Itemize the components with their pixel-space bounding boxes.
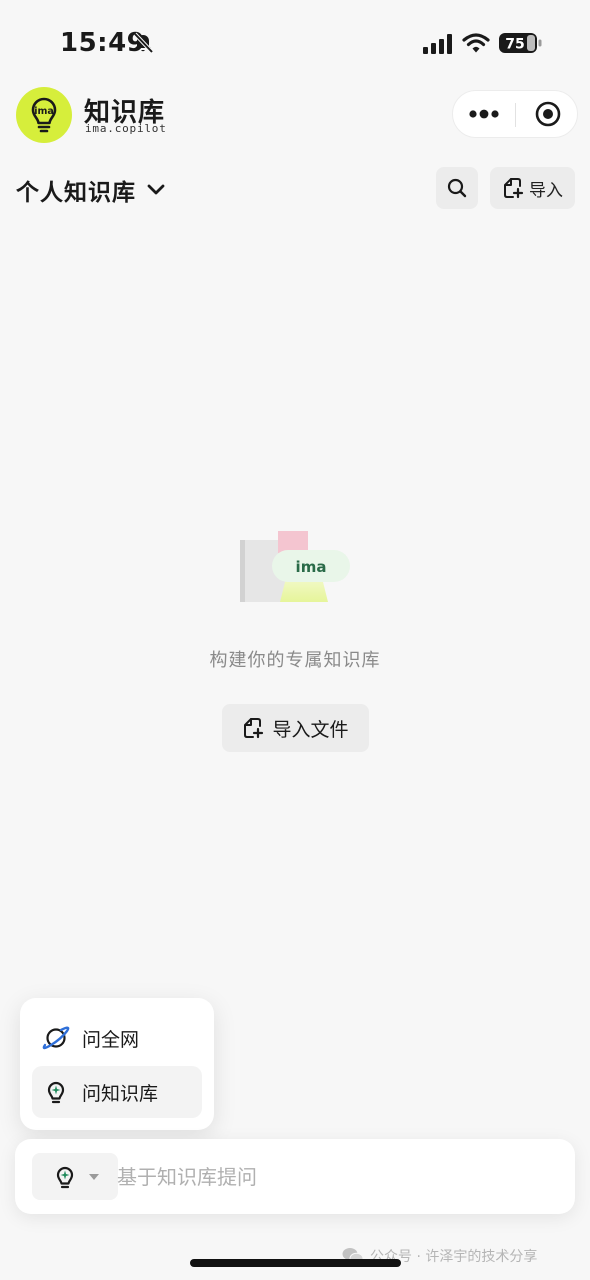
empty-state-illustration: ima <box>240 531 350 602</box>
empty-state-text: 构建你的专属知识库 <box>209 650 381 671</box>
capsule-divider <box>515 103 516 127</box>
bulb-icon <box>56 1166 74 1188</box>
logo-text: ima <box>34 106 54 117</box>
menu-item-label: 问全网 <box>82 1028 140 1051</box>
more-dots-icon <box>469 109 499 119</box>
question-input[interactable] <box>117 1155 557 1199</box>
target-icon <box>535 101 561 127</box>
menu-item-label: 问知识库 <box>82 1082 159 1105</box>
search-button[interactable] <box>436 167 478 209</box>
battery-level: 75 <box>505 37 524 53</box>
import-file-label: 导入文件 <box>272 718 349 741</box>
planet-icon <box>42 1026 70 1050</box>
close-miniprogram-button[interactable] <box>517 91 579 137</box>
chevron-down-icon <box>147 184 165 195</box>
import-file-icon <box>504 178 524 199</box>
search-icon <box>447 178 467 198</box>
wifi-icon <box>462 33 490 53</box>
kb-name: 个人知识库 <box>16 180 136 206</box>
bell-muted-icon <box>133 32 154 54</box>
app-subtitle: ima.copilot <box>85 122 167 135</box>
question-input-bar <box>15 1139 575 1214</box>
illustration-logo-text: ima <box>296 558 327 576</box>
ask-mode-menu: 问全网 问知识库 <box>20 998 214 1130</box>
app-logo: ima <box>16 87 72 143</box>
import-file-icon <box>244 718 264 739</box>
more-button[interactable] <box>453 91 515 137</box>
caret-down-icon <box>89 1173 99 1180</box>
home-indicator <box>190 1259 401 1267</box>
ask-mode-toggle[interactable] <box>32 1153 118 1200</box>
miniprogram-capsule <box>452 90 578 138</box>
import-button[interactable]: 导入 <box>490 167 575 209</box>
menu-item-ask-kb[interactable]: 问知识库 <box>32 1066 202 1118</box>
signal-icon <box>423 34 452 54</box>
import-file-button[interactable]: 导入文件 <box>222 704 369 752</box>
menu-item-ask-web[interactable]: 问全网 <box>32 1012 202 1064</box>
bulb-icon <box>47 1081 65 1104</box>
battery-icon: 75 <box>499 33 542 53</box>
kb-selector[interactable]: 个人知识库 <box>16 172 166 208</box>
import-button-label: 导入 <box>529 180 563 201</box>
status-bar: 15:49 75 <box>0 0 590 88</box>
